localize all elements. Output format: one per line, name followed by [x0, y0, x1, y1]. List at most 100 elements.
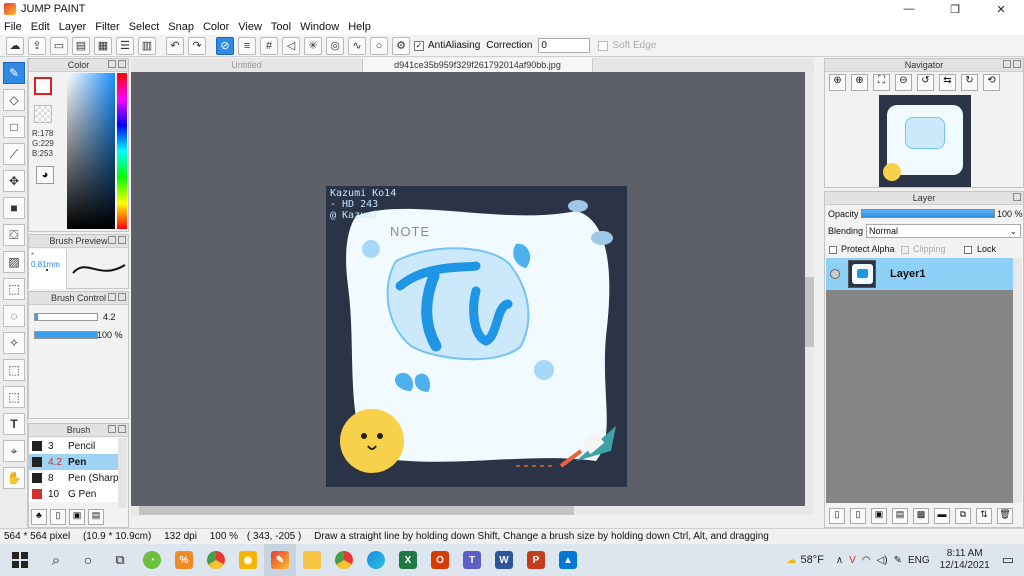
layer-mask-icon[interactable]: ▤ [892, 508, 908, 524]
menu-layer[interactable]: Layer [59, 21, 87, 33]
clock[interactable]: 8:11 AM 12/14/2021 [940, 548, 990, 572]
taskbar-excel-icon[interactable]: X [392, 544, 424, 576]
antialias-checkbox[interactable]: ✓ [414, 40, 424, 51]
menu-edit[interactable]: Edit [31, 21, 50, 33]
taskbar-app-percent-icon[interactable]: % [168, 544, 200, 576]
tray-app-icon[interactable]: V [849, 555, 856, 566]
volume-icon[interactable]: ◁) [877, 555, 888, 566]
brush-tool-icon[interactable]: ✎ [3, 62, 25, 84]
brush-new-icon[interactable]: ▯ [50, 509, 66, 525]
lasso-select-icon[interactable]: ◌ [3, 305, 25, 327]
undo-icon[interactable]: ↶ [166, 36, 184, 55]
grid-snap-icon[interactable]: # [260, 36, 278, 55]
menu-select[interactable]: Select [129, 21, 160, 33]
rotate-right-icon[interactable]: ↻ [961, 74, 978, 91]
snap-off-icon[interactable]: ⊘ [216, 36, 234, 55]
brush-copy-icon[interactable]: ▣ [69, 509, 85, 525]
zoom-in-2-icon[interactable]: ⊕ [851, 74, 868, 91]
task-view-icon[interactable]: ⧉ [104, 544, 136, 576]
menu-filter[interactable]: Filter [95, 21, 119, 33]
share-icon[interactable]: ⇪ [28, 36, 46, 55]
menu-help[interactable]: Help [348, 21, 371, 33]
navigator-thumbnail[interactable] [879, 95, 971, 187]
select-pen-icon[interactable]: ⬚ [3, 359, 25, 381]
canvas-horizontal-scrollbar[interactable] [131, 506, 805, 515]
zoom-in-icon[interactable]: ⊕ [829, 74, 846, 91]
move-layer-icon[interactable]: ⇅ [976, 508, 992, 524]
eyedropper-tool-icon[interactable]: ⌖ [3, 440, 25, 462]
taskbar-edge-icon[interactable] [360, 544, 392, 576]
color-saturation-field[interactable] [67, 73, 115, 229]
menu-color[interactable]: Color [203, 21, 229, 33]
folder-icon[interactable]: ▬ [934, 508, 950, 524]
brush-item[interactable]: 3 Pencil [29, 438, 119, 454]
menu-file[interactable]: File [4, 21, 22, 33]
taskbar-file-explorer-icon[interactable] [296, 544, 328, 576]
radial-snap-icon[interactable]: ✳ [304, 36, 322, 55]
canvas-area[interactable]: Kazumi Ko14 - HD 243 @ Kazumi NOTE Tr [131, 72, 814, 515]
correction-input[interactable]: 0 [538, 38, 591, 53]
line-tool-icon[interactable]: ⟋ [3, 143, 25, 165]
redo-icon[interactable]: ↷ [188, 36, 206, 55]
circle-snap-icon[interactable]: ○ [370, 36, 388, 55]
taskbar-office-icon[interactable]: O [424, 544, 456, 576]
page-icon[interactable]: ▦ [94, 36, 112, 55]
perspective-snap-icon[interactable]: ◁ [282, 36, 300, 55]
list-icon[interactable]: ☰ [116, 36, 134, 55]
brush-add-icon[interactable]: ♣ [31, 509, 47, 525]
brush-list-scrollbar[interactable] [118, 438, 127, 508]
taskbar-jumppaint-icon[interactable]: ✎ [264, 544, 296, 576]
brush-item-selected[interactable]: 4.2 Pen [29, 454, 119, 470]
taskbar-photos-icon[interactable]: ▲ [552, 544, 584, 576]
palette-icon[interactable]: ◕ [36, 166, 54, 184]
comment-icon[interactable]: ▭ [50, 36, 68, 55]
protect-alpha-checkbox[interactable] [829, 246, 837, 254]
rectangle-tool-icon[interactable]: □ [3, 116, 25, 138]
reset-view-icon[interactable]: ⟲ [983, 74, 1000, 91]
transparent-swatch[interactable] [34, 105, 52, 123]
tab-untitled[interactable]: Untitled [131, 58, 363, 72]
brush-settings-icon[interactable]: ▤ [88, 509, 104, 525]
brush-opacity-slider[interactable] [34, 331, 98, 339]
taskbar-teams-icon[interactable]: T [456, 544, 488, 576]
brush-size-slider[interactable] [34, 313, 98, 321]
soft-edge-checkbox[interactable] [598, 40, 609, 51]
rect-select-icon[interactable]: ⬚ [3, 278, 25, 300]
start-button[interactable] [0, 544, 40, 576]
taskbar-word-icon[interactable]: W [488, 544, 520, 576]
magic-wand-icon[interactable]: ✧ [3, 332, 25, 354]
chevron-up-icon[interactable]: ∧ [836, 555, 843, 566]
layer-opacity-slider[interactable] [861, 209, 995, 218]
menu-tool[interactable]: Tool [271, 21, 291, 33]
notification-icon[interactable]: ▭ [1002, 552, 1014, 568]
hand-tool-icon[interactable]: ✋ [3, 467, 25, 489]
close-button[interactable]: ✕ [978, 0, 1024, 18]
move-tool-icon[interactable]: ✥ [3, 170, 25, 192]
flip-icon[interactable]: ⇆ [939, 74, 956, 91]
weather-icon[interactable]: ☁ [786, 555, 796, 566]
taskbar-photo-icon[interactable]: ◉ [232, 544, 264, 576]
taskbar-chrome-icon[interactable] [200, 544, 232, 576]
taskbar-app-greenshot-icon[interactable]: ◔ [136, 544, 168, 576]
hue-slider[interactable] [117, 73, 127, 229]
search-icon[interactable]: ⌕ [40, 544, 72, 576]
clipping-checkbox[interactable] [901, 246, 909, 254]
menu-window[interactable]: Window [300, 21, 339, 33]
layout-icon[interactable]: ▥ [138, 36, 156, 55]
taskbar-powerpoint-icon[interactable]: P [520, 544, 552, 576]
layer-name[interactable]: Layer1 [890, 268, 925, 280]
layer-list-scrollbar[interactable] [1013, 258, 1022, 503]
pen-icon[interactable]: ✎ [894, 555, 902, 566]
copy-layer-icon[interactable]: ▣ [871, 508, 887, 524]
primary-color-swatch[interactable] [34, 77, 52, 95]
rotate-left-icon[interactable]: ↺ [917, 74, 934, 91]
select-eraser-icon[interactable]: ⬚ [3, 386, 25, 408]
text-tool-icon[interactable]: T [3, 413, 25, 435]
zoom-out-icon[interactable]: ⊖ [895, 74, 912, 91]
cortana-icon[interactable]: ○ [72, 544, 104, 576]
weather-temp[interactable]: 58°F [800, 554, 823, 566]
blending-select[interactable]: Normal ⌄ [866, 224, 1021, 238]
checker-layer-icon[interactable]: ▩ [913, 508, 929, 524]
layer-row[interactable]: Layer1 [826, 258, 1013, 290]
eraser-tool-icon[interactable]: ◇ [3, 89, 25, 111]
